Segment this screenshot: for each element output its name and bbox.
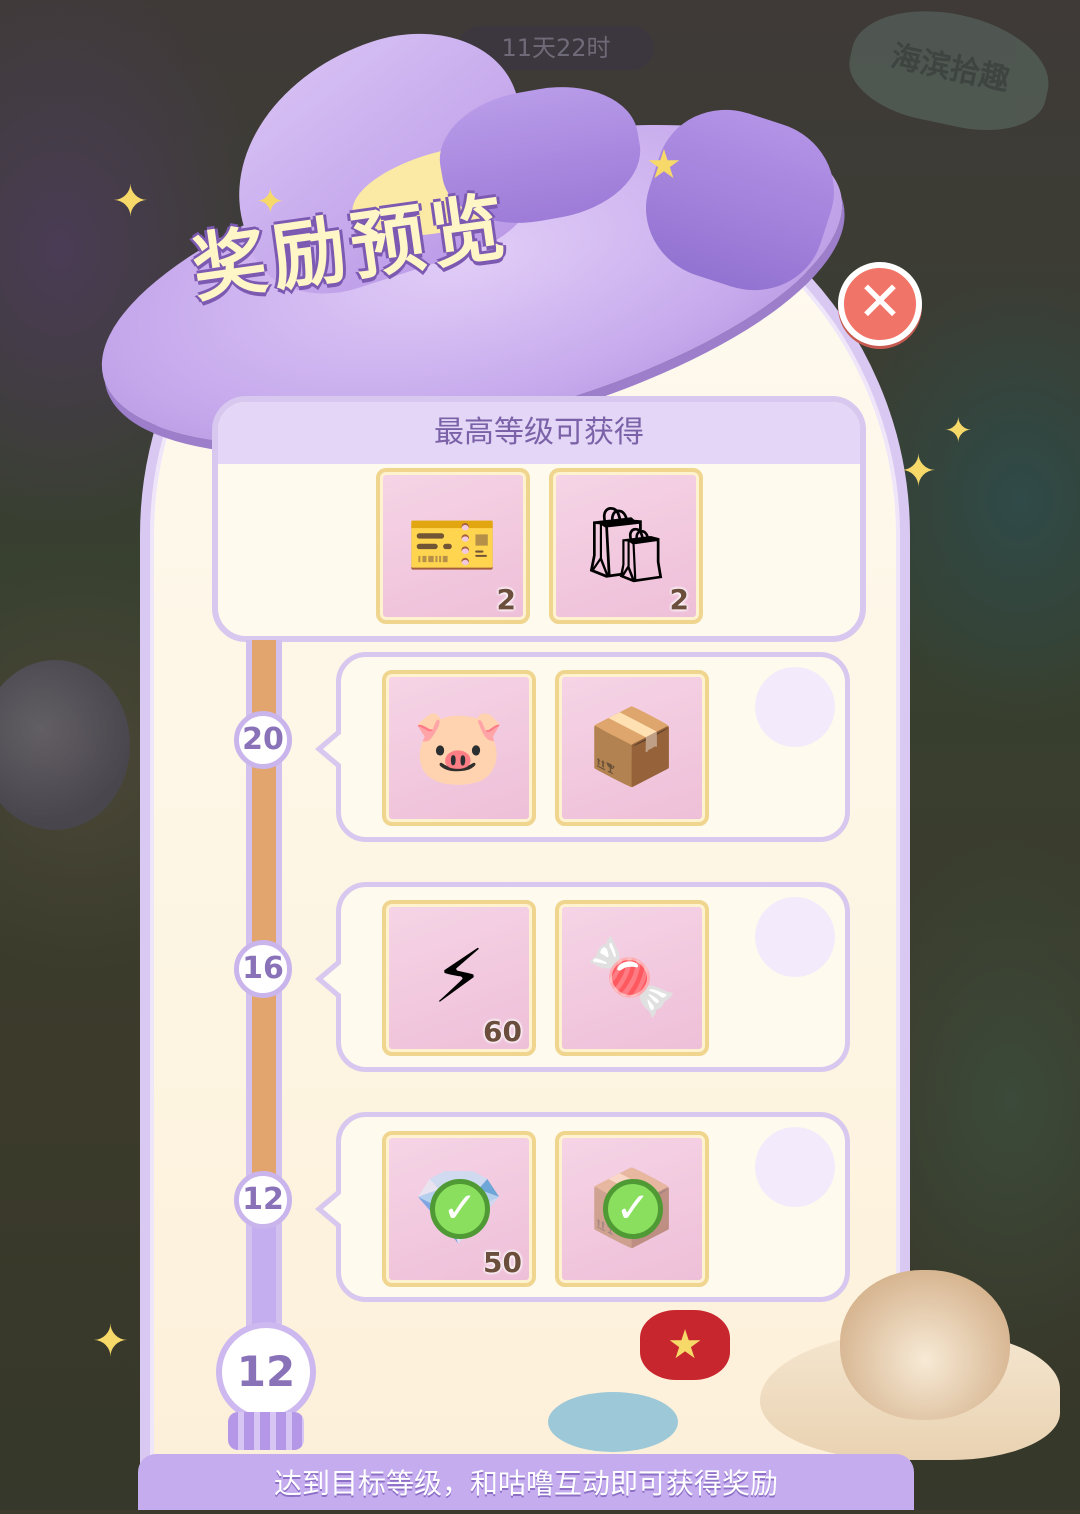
sparkle-icon: ✦ — [900, 446, 937, 497]
reward-slot[interactable]: 🛍 2 — [549, 468, 703, 624]
gift-bag-icon: 🛍 — [579, 502, 673, 588]
reward-slot[interactable]: 🍬 — [555, 900, 709, 1056]
sparkle-icon: ✦ — [944, 411, 973, 451]
snack-pack-icon: 🍬 — [585, 934, 679, 1020]
top-reward-header: 最高等级可获得 — [218, 402, 860, 464]
item-count: 2 — [496, 583, 516, 616]
item-count: 2 — [669, 583, 689, 616]
level-badge: 16 — [234, 940, 292, 998]
item-count: 50 — [483, 1246, 522, 1279]
item-count: 60 — [483, 1015, 522, 1048]
sparkle-icon: ✦ — [256, 182, 285, 222]
claimed-check-icon: ✓ — [603, 1179, 663, 1239]
cat-box-icon: 📦 — [585, 704, 679, 790]
close-icon: ✕ — [857, 270, 903, 333]
star-bow-icon: ★ — [640, 1310, 730, 1380]
top-reward-card: 最高等级可获得 — [212, 396, 866, 642]
level-badge: 20 — [234, 711, 292, 769]
close-button[interactable]: ✕ — [838, 262, 922, 346]
piggy-bank-icon: 🐷 — [412, 704, 506, 790]
reward-slot[interactable]: 💎 ✓ 50 — [382, 1131, 536, 1287]
level-badge: 12 — [234, 1171, 292, 1229]
footer-hint: 达到目标等级，和咕噜互动即可获得奖励 — [138, 1454, 914, 1510]
reward-slot[interactable]: 🐷 — [382, 670, 536, 826]
sofa-ticket-icon: 🎫 — [406, 502, 500, 588]
sparkle-icon: ✦ — [92, 1316, 129, 1367]
sparkle-icon: ★ — [646, 142, 682, 188]
reward-slot[interactable]: 🎫 2 — [376, 468, 530, 624]
current-level-badge: 12 — [216, 1322, 316, 1422]
claimed-check-icon: ✓ — [430, 1179, 490, 1239]
sparkle-icon: ✦ — [112, 176, 149, 227]
sleeping-cat-mascot: ★ — [640, 1270, 1060, 1470]
reward-slot[interactable]: 📦 — [555, 670, 709, 826]
reward-slot[interactable]: ⚡ 60 — [382, 900, 536, 1056]
reward-slot[interactable]: 📦 ✓ — [555, 1131, 709, 1287]
current-level-pedestal — [228, 1412, 304, 1450]
